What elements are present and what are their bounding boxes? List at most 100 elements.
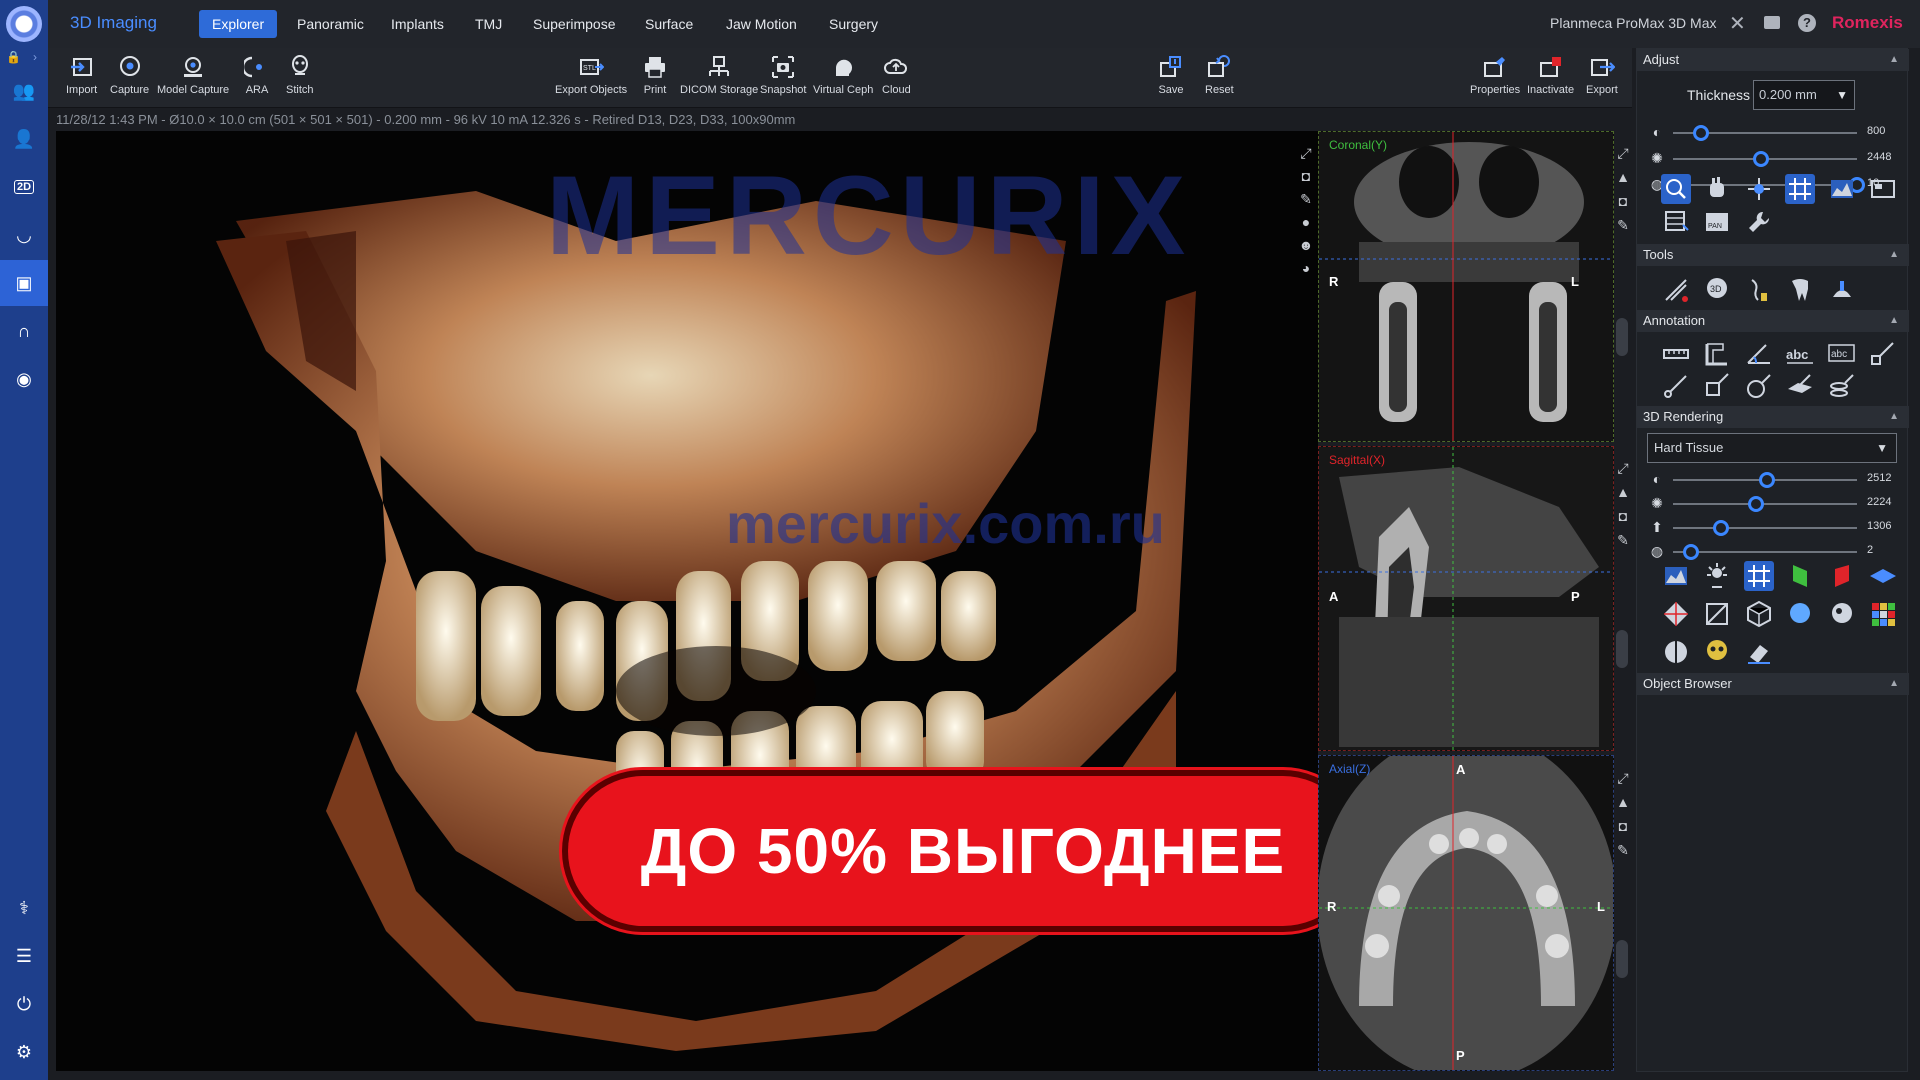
print-button[interactable]: Print: [642, 54, 668, 96]
render-threshold-slider[interactable]: ⬆ 1306: [1649, 517, 1901, 539]
crosshair-grid-icon[interactable]: [1785, 174, 1816, 204]
ara-button[interactable]: ARA: [241, 54, 270, 96]
plane-annotation-icon[interactable]: [1785, 371, 1815, 401]
cube-annotation-icon[interactable]: [1702, 371, 1732, 401]
cloud-button[interactable]: Cloud: [882, 54, 911, 96]
tab-implants[interactable]: Implants: [378, 10, 457, 38]
render-preset-select[interactable]: Hard Tissue ▼: [1647, 433, 1897, 463]
green-plane-icon[interactable]: [1785, 561, 1815, 591]
reset-button[interactable]: Reset: [1205, 54, 1234, 96]
warning-icon[interactable]: ▲: [1614, 794, 1632, 818]
axial-slice-view[interactable]: Axial(Z) A P R L: [1318, 755, 1614, 1071]
thickness-select[interactable]: 0.200 mm ▼: [1753, 80, 1855, 110]
tab-surface[interactable]: Surface: [632, 10, 706, 38]
rail-unit-button[interactable]: ⚕: [0, 886, 48, 930]
rendering-section-header[interactable]: 3D Rendering ▲: [1637, 406, 1909, 428]
virtual-ceph-button[interactable]: Virtual Ceph: [813, 54, 873, 96]
nerve-canal-icon[interactable]: [1661, 275, 1691, 305]
coronal-slice-view[interactable]: Coronal(Y) R L: [1318, 131, 1614, 442]
adjust-brightness-slider[interactable]: ✺ 2448: [1649, 148, 1901, 170]
tab-jaw-motion[interactable]: Jaw Motion: [713, 10, 810, 38]
help-icon[interactable]: ?: [1798, 14, 1816, 32]
tab-superimpose[interactable]: Superimpose: [520, 10, 629, 38]
pan-hand-icon[interactable]: [1702, 174, 1732, 204]
rail-model-button[interactable]: ∩: [0, 308, 48, 354]
coronal-scrollbar[interactable]: [1616, 318, 1628, 356]
wrench-icon[interactable]: ✎: [1614, 532, 1632, 556]
maximize-icon[interactable]: ⤢: [1614, 770, 1632, 794]
save-button[interactable]: Save: [1158, 54, 1184, 96]
export-button[interactable]: Export: [1586, 54, 1618, 96]
app-logo-icon[interactable]: [6, 6, 42, 42]
adjust-section-header[interactable]: Adjust ▲: [1637, 49, 1909, 71]
camera-icon[interactable]: ◘: [1614, 818, 1632, 842]
soft-tissue-icon[interactable]: [1785, 599, 1815, 629]
slider-knob[interactable]: [1758, 472, 1775, 488]
collapse-icon[interactable]: ▲: [1889, 406, 1899, 428]
collapse-icon[interactable]: ▲: [1889, 49, 1899, 71]
3d-render-viewport[interactable]: MERCURIX mercurix.com.ru ДО 50% ВЫГОДНЕЕ…: [56, 131, 1318, 1071]
rail-settings-button[interactable]: ⚙: [0, 1030, 48, 1074]
zoom-fit-icon[interactable]: [1661, 174, 1691, 204]
bone-icon[interactable]: [1827, 599, 1857, 629]
eraser-icon[interactable]: [1744, 637, 1774, 667]
head-icon[interactable]: ●: [1296, 214, 1316, 237]
model-capture-button[interactable]: Model Capture: [157, 54, 229, 96]
tab-tmj[interactable]: TMJ: [462, 10, 515, 38]
rotate-icon[interactable]: [1744, 174, 1774, 204]
color-map-icon[interactable]: [1868, 599, 1898, 629]
import-button[interactable]: Import: [66, 54, 97, 96]
text-annotation-icon[interactable]: abc: [1785, 339, 1815, 369]
sagittal-scrollbar[interactable]: [1616, 630, 1628, 668]
render-contrast-slider[interactable]: ◐ 2512: [1649, 469, 1901, 491]
slider-knob[interactable]: [1747, 496, 1764, 512]
camera-icon[interactable]: ◘: [1614, 508, 1632, 532]
render-brightness-slider[interactable]: ✺ 2224: [1649, 493, 1901, 515]
slice-stack-icon[interactable]: [1661, 207, 1691, 237]
sagittal-slice-view[interactable]: Sagittal(X) A P: [1318, 446, 1614, 751]
slider-knob[interactable]: [1712, 520, 1729, 536]
rail-logout-button[interactable]: ⏻: [0, 982, 48, 1026]
ruler-icon[interactable]: [1661, 339, 1691, 369]
arrow-annotation-icon[interactable]: [1868, 339, 1898, 369]
skull-icon[interactable]: ☻: [1296, 237, 1316, 260]
export-objects-button[interactable]: STL Export Objects: [555, 54, 627, 96]
wrench-icon[interactable]: ✎: [1296, 191, 1316, 214]
expand-rail-icon[interactable]: ›: [33, 50, 37, 64]
tools-section-header[interactable]: Tools ▲: [1637, 244, 1909, 266]
object-browser-header[interactable]: Object Browser ▲: [1637, 673, 1909, 695]
crosshair-grid-icon[interactable]: [1743, 561, 1774, 591]
implant-icon[interactable]: [1827, 275, 1857, 305]
window-icon[interactable]: [1868, 174, 1898, 204]
face-icon[interactable]: ◕: [1296, 260, 1316, 283]
light-source-icon[interactable]: [1702, 561, 1732, 591]
wrench-icon[interactable]: ✎: [1614, 217, 1632, 241]
warning-icon[interactable]: ▲: [1614, 169, 1632, 193]
clip-planes-icon[interactable]: [1661, 599, 1691, 629]
rail-users-button[interactable]: ☰: [0, 934, 48, 978]
adjust-contrast-slider[interactable]: ◐ 800: [1649, 122, 1901, 144]
clip-box-icon[interactable]: [1702, 599, 1732, 629]
maximize-icon[interactable]: ⤢: [1296, 145, 1316, 168]
half-sphere-icon[interactable]: [1661, 637, 1691, 667]
text-box-icon[interactable]: abc: [1827, 339, 1857, 369]
rail-patient-button[interactable]: 👤: [0, 116, 48, 162]
inactivate-button[interactable]: Inactivate: [1527, 54, 1574, 96]
collapse-icon[interactable]: ▲: [1889, 310, 1899, 332]
histogram-icon[interactable]: [1827, 174, 1857, 204]
tooth-root-icon[interactable]: [1744, 275, 1774, 305]
wrench-icon[interactable]: ✎: [1614, 842, 1632, 866]
video-icon[interactable]: [1764, 16, 1780, 29]
stitch-button[interactable]: Stitch: [286, 54, 314, 96]
cylinder-annotation-icon[interactable]: [1827, 371, 1857, 401]
wireframe-cube-icon[interactable]: [1744, 599, 1774, 629]
dicom-storage-button[interactable]: DICOM Storage: [680, 54, 758, 96]
sphere-annotation-icon[interactable]: [1744, 371, 1774, 401]
annotation-section-header[interactable]: Annotation ▲: [1637, 310, 1909, 332]
close-device-icon[interactable]: ✕: [1729, 11, 1746, 36]
skull-color-icon[interactable]: [1702, 637, 1732, 667]
camera-icon[interactable]: ◘: [1296, 168, 1316, 191]
maximize-icon[interactable]: ⤢: [1614, 145, 1632, 169]
maximize-icon[interactable]: ⤢: [1614, 460, 1632, 484]
tab-panoramic[interactable]: Panoramic: [284, 10, 377, 38]
